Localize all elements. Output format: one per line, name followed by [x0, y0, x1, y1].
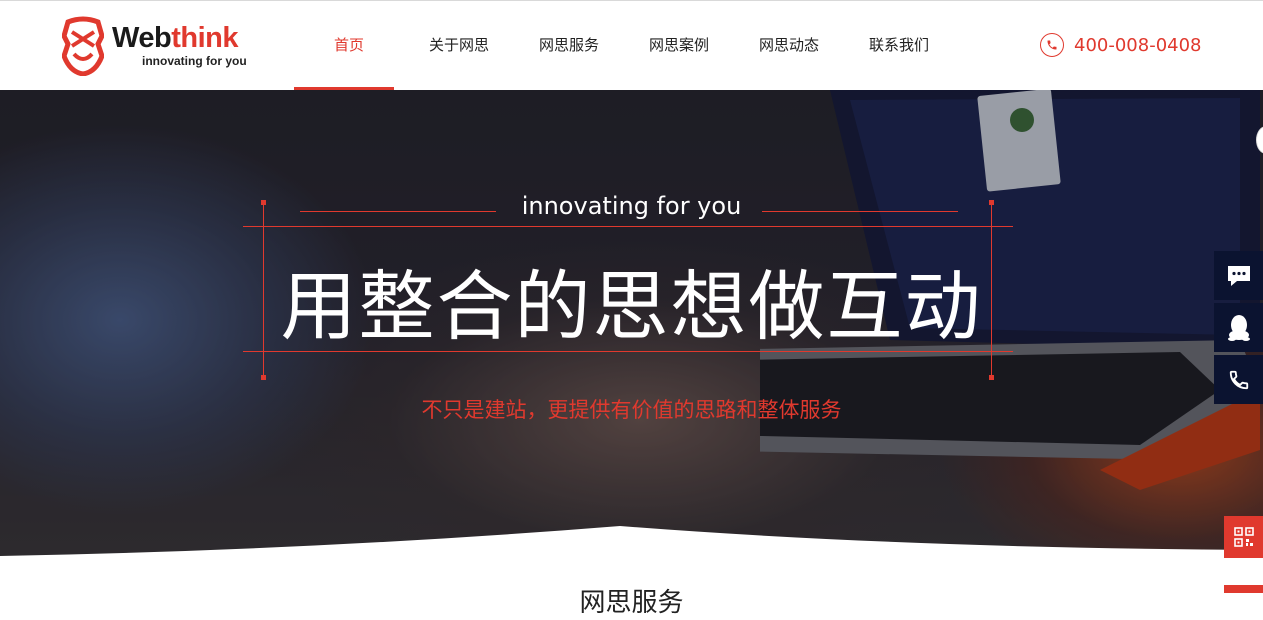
nav-item-cases[interactable]: 网思案例: [624, 0, 734, 90]
site-header: Webthink innovating for you 首页 关于网思 网思服务…: [0, 0, 1263, 90]
message-button[interactable]: [1214, 251, 1263, 300]
hotline-number: 400-008-0408: [1074, 34, 1202, 56]
logo-wordmark: Webthink: [112, 22, 238, 54]
main-nav: 首页 关于网思 网思服务 网思案例 网思动态 联系我们: [294, 0, 954, 90]
qrcode-icon: [1233, 527, 1254, 547]
hero-banner: innovating for you 用整合的思想做互动 不只是建站，更提供有价…: [0, 90, 1263, 560]
logo-slogan: innovating for you: [142, 54, 247, 68]
nav-item-home[interactable]: 首页: [294, 0, 404, 90]
phone-icon: [1040, 33, 1064, 57]
banner-subline: 不只是建站，更提供有价值的思路和整体服务: [421, 398, 842, 422]
hotline[interactable]: 400-008-0408: [1040, 33, 1202, 57]
frame-corner: [261, 375, 266, 380]
nav-item-services[interactable]: 网思服务: [514, 0, 624, 90]
phone-icon: [1229, 370, 1248, 389]
section-title: 网思服务: [579, 588, 684, 618]
nav-item-contact[interactable]: 联系我们: [844, 0, 954, 90]
nav-item-about[interactable]: 关于网思: [404, 0, 514, 90]
qq-icon: [1227, 314, 1250, 341]
frame-corner: [989, 375, 994, 380]
frame-line: [243, 226, 1013, 227]
logo[interactable]: Webthink innovating for you: [62, 14, 252, 76]
nav-item-news[interactable]: 网思动态: [734, 0, 844, 90]
call-button[interactable]: [1214, 355, 1263, 404]
logo-mark-icon: [62, 16, 104, 76]
banner-headline: 用整合的思想做互动: [280, 262, 983, 351]
qq-button[interactable]: [1214, 303, 1263, 352]
banner-tagline: innovating for you: [521, 192, 742, 220]
qrcode-button[interactable]: [1224, 516, 1263, 558]
message-icon: [1227, 265, 1250, 286]
banner-wave: [0, 526, 1263, 560]
